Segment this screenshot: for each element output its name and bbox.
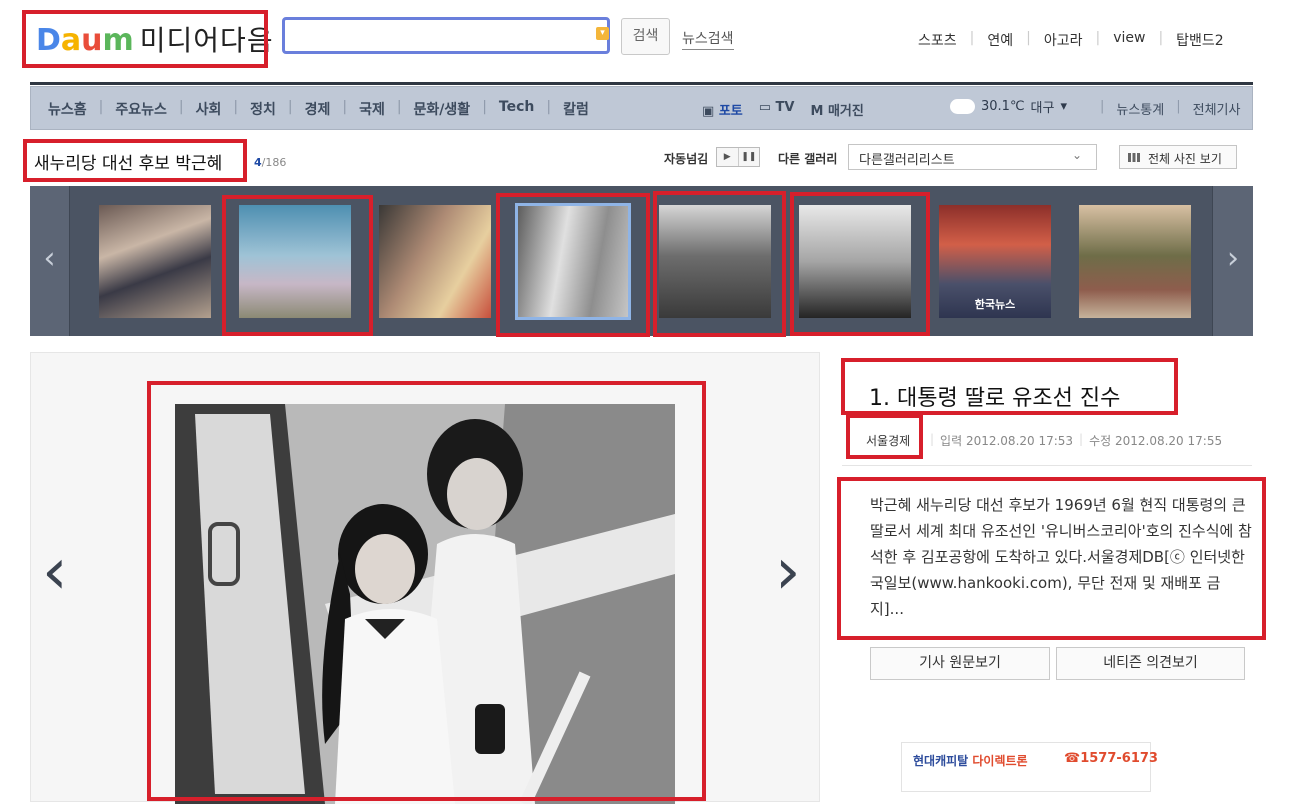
gallery-count: 4/186 [254, 156, 286, 169]
gallery-thumbnail[interactable] [799, 205, 911, 318]
magazine-icon: M [810, 104, 828, 119]
nav-item-magazine[interactable]: M 매거진 [810, 100, 863, 119]
gallery-thumbnail[interactable] [1079, 205, 1191, 318]
logo-letter: u [81, 23, 103, 58]
nav-item-home[interactable]: 뉴스홈 [36, 99, 99, 119]
gallery-thumbnail-selected[interactable] [515, 203, 631, 320]
play-icon[interactable]: ▶ [717, 148, 738, 166]
cloud-icon [950, 99, 975, 114]
divider: | [930, 432, 935, 446]
article-source[interactable]: 서울경제 [866, 432, 910, 449]
gallery-current: 4 [254, 156, 262, 169]
nav-item-world[interactable]: 국제 [347, 99, 397, 119]
nav-item-magazine-label: 매거진 [827, 104, 864, 119]
chevron-right-icon[interactable]: › [1212, 186, 1253, 336]
nav-item-economy[interactable]: 경제 [293, 99, 343, 119]
article-body: 박근혜 새누리당 대선 후보가 1969년 6월 현직 대통령의 큰 딸로서 세… [870, 496, 1252, 618]
gallery-title: 새누리당 대선 후보 박근혜 [34, 154, 223, 174]
nav-item-tech[interactable]: Tech [487, 99, 546, 119]
gallery-thumbnail[interactable]: 한국뉴스 [939, 205, 1051, 318]
search-input[interactable] [282, 17, 610, 54]
logo-text: 미디어다음 [139, 24, 274, 57]
top-link-topband[interactable]: 탑밴드2 [1163, 30, 1237, 50]
top-link-view[interactable]: view [1100, 30, 1158, 50]
chevron-down-icon: ▾ [1060, 99, 1067, 114]
nav-item-tv[interactable]: ▭ TV [759, 100, 795, 119]
nav-item-society[interactable]: 사회 [184, 99, 234, 119]
ad-brand: 현대캐피탈 [913, 754, 969, 768]
news-search-link[interactable]: 뉴스검색 [682, 28, 734, 50]
auto-advance-label: 자동넘김 [664, 152, 709, 166]
nav-media: ▣ 포토 ▭ TV M 매거진 [702, 100, 864, 119]
weather-city: 대구 [1030, 101, 1055, 116]
logo-letter: a [60, 23, 82, 58]
grid-icon [1128, 153, 1140, 162]
nav-right-links: | 뉴스통계 | 전체기사 [1094, 99, 1246, 118]
gallery-total: /186 [261, 156, 287, 169]
thumbnail-strip [30, 186, 1253, 336]
logo-letter: D [36, 23, 61, 58]
nav-item-photo[interactable]: ▣ 포토 [702, 100, 743, 119]
view-comments-button[interactable]: 네티즌 의견보기 [1056, 647, 1245, 680]
gallery-thumbnail[interactable] [659, 205, 771, 318]
all-articles-link[interactable]: 전체기사 [1187, 99, 1247, 118]
divider: | [1100, 99, 1105, 114]
chevron-down-icon[interactable]: ⌄ [1072, 148, 1082, 162]
divider: | [1176, 99, 1181, 114]
input-date: 입력 2012.08.20 17:53 [940, 434, 1074, 448]
chevron-left-icon[interactable]: ‹ [42, 540, 68, 604]
weather-widget[interactable]: 30.1℃ 대구 ▾ [950, 97, 1067, 116]
pause-icon[interactable]: ❚❚ [737, 148, 760, 166]
photo-icon: ▣ [702, 104, 719, 119]
nav-topline [30, 82, 1253, 85]
nav-item-column[interactable]: 칼럼 [551, 99, 601, 119]
edit-date: 수정 2012.08.20 17:55 [1089, 434, 1223, 448]
top-link-agora[interactable]: 아고라 [1031, 30, 1096, 50]
other-gallery-label: 다른 갤러리 [778, 152, 838, 166]
auto-advance-control: ▶ ❚❚ [716, 147, 760, 167]
thumbnail-label: 한국뉴스 [974, 298, 1016, 311]
top-link-sports[interactable]: 스포츠 [905, 30, 970, 50]
tv-icon: ▭ [758, 100, 776, 115]
weather-temp: 30.1℃ [981, 99, 1025, 114]
gallery-thumbnail[interactable] [379, 205, 491, 318]
chevron-left-icon[interactable]: ‹ [30, 186, 70, 336]
nav-item-tv-label: TV [775, 100, 795, 115]
nav-item-culture[interactable]: 문화/생활 [402, 99, 483, 119]
divider: | [1079, 432, 1084, 446]
nav-item-photo-label: 포토 [718, 104, 743, 119]
logo-letter: m [102, 23, 134, 58]
gallery-thumbnail[interactable] [99, 205, 211, 318]
news-stats-link[interactable]: 뉴스통계 [1110, 99, 1170, 118]
article-title: 1. 대통령 딸로 유조선 진수 [869, 386, 1121, 411]
daum-logo[interactable]: D a u m 미디어다음 [36, 19, 274, 59]
nav-item-politics[interactable]: 정치 [238, 99, 288, 119]
search-button[interactable]: 검색 [621, 18, 670, 55]
search-dropdown-icon[interactable]: ▾ [596, 27, 609, 40]
ad-name: 현대캐피탈 다이렉트론 [913, 752, 1028, 769]
chevron-right-icon[interactable]: › [775, 540, 801, 604]
nav-item-main[interactable]: 주요뉴스 [103, 99, 179, 119]
main-photo [175, 404, 675, 804]
nav-items: 뉴스홈 | 주요뉴스 | 사회 | 정치 | 경제 | 국제 | 문화/생활 | Tech | … [36, 99, 601, 119]
article-dates: | 입력 2012.08.20 17:53 | 수정 2012.08.20 17… [930, 432, 1222, 449]
top-links: 스포츠 | 연예 | 아고라 | view | 탑밴드2 [905, 30, 1237, 50]
ad-product: 다이렉트론 [972, 754, 1028, 768]
divider [842, 465, 1252, 466]
view-original-button[interactable]: 기사 원문보기 [870, 647, 1050, 680]
top-link-entertainment[interactable]: 연예 [974, 30, 1026, 50]
main-photo-shapes [175, 404, 675, 804]
ad-phone: ☎1577-6173 [1064, 751, 1158, 766]
gallery-thumbnail[interactable] [239, 205, 351, 318]
other-gallery-select[interactable]: 다른갤러리리스트 [848, 144, 1097, 170]
